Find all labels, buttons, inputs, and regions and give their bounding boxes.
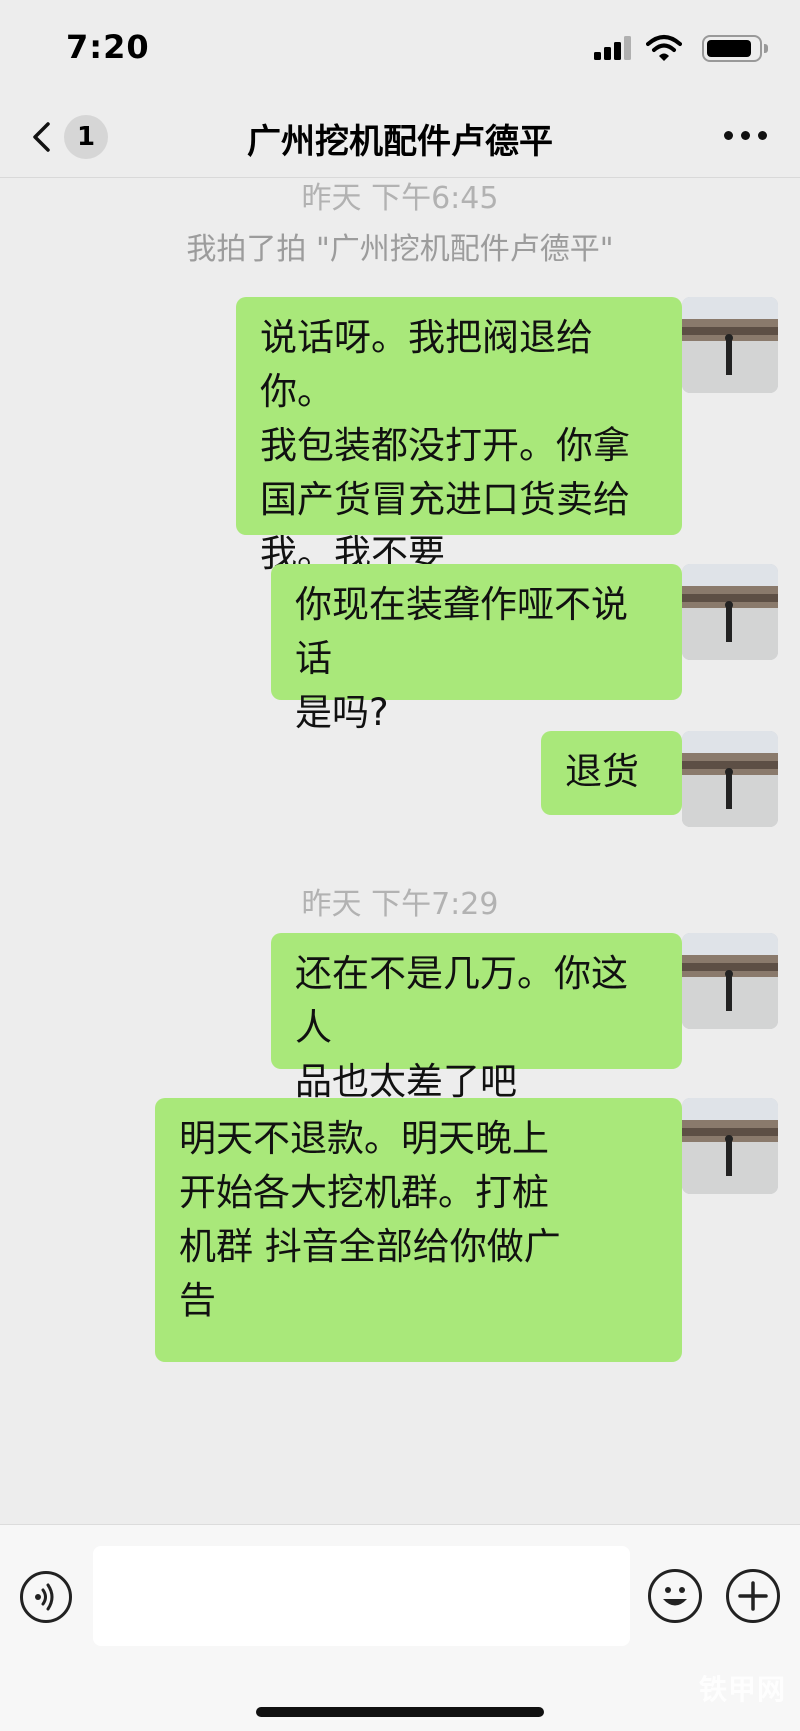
message-input[interactable]: [93, 1546, 630, 1646]
pat-notice: 我拍了拍 "广州挖机配件卢德平": [186, 232, 614, 267]
message-bubble[interactable]: 你现在装聋作哑不说话 是吗?: [271, 564, 694, 734]
avatar[interactable]: [682, 933, 778, 1029]
timestamp-label: 昨天 下午6:45: [301, 181, 499, 216]
timestamp-label: 昨天 下午7:29: [301, 887, 499, 922]
plus-icon: [738, 1581, 768, 1611]
message-bubble[interactable]: 说话呀。我把阀退给你。 我包装都没打开。你拿 国产货冒充进口货卖给 我。我不要: [236, 297, 694, 575]
input-bar: [0, 1524, 800, 1731]
watermark: 铁甲网: [698, 1673, 786, 1706]
wifi-icon: [646, 34, 682, 62]
message-bubble[interactable]: 明天不退款。明天晚上 开始各大挖机群。打桩 机群 抖音全部给你做广 告: [155, 1098, 694, 1362]
home-indicator[interactable]: [256, 1707, 544, 1717]
message-bubble[interactable]: 还在不是几万。你这人 品也太差了吧: [271, 933, 694, 1103]
chat-header: 1 广州挖机配件卢德平: [0, 96, 800, 178]
voice-button[interactable]: [20, 1571, 72, 1623]
status-icons: [570, 32, 770, 64]
signal-icon: [594, 36, 632, 60]
avatar[interactable]: [682, 297, 778, 393]
message-list[interactable]: 昨天 下午6:45 我拍了拍 "广州挖机配件卢德平" 说话呀。我把阀退给你。 我…: [0, 179, 800, 1524]
status-time: 7:20: [66, 28, 150, 66]
more-button[interactable]: [724, 126, 768, 146]
status-bar: 7:20: [0, 0, 800, 96]
emoji-button[interactable]: [648, 1569, 702, 1623]
avatar[interactable]: [682, 564, 778, 660]
message-bubble[interactable]: 退货: [541, 731, 694, 815]
avatar[interactable]: [682, 1098, 778, 1194]
chat-title: 广州挖机配件卢德平: [247, 122, 553, 162]
avatar[interactable]: [682, 731, 778, 827]
voice-icon: [35, 1583, 54, 1611]
plus-button[interactable]: [726, 1569, 780, 1623]
battery-icon: [702, 35, 768, 62]
emoji-icon: [663, 1587, 687, 1606]
